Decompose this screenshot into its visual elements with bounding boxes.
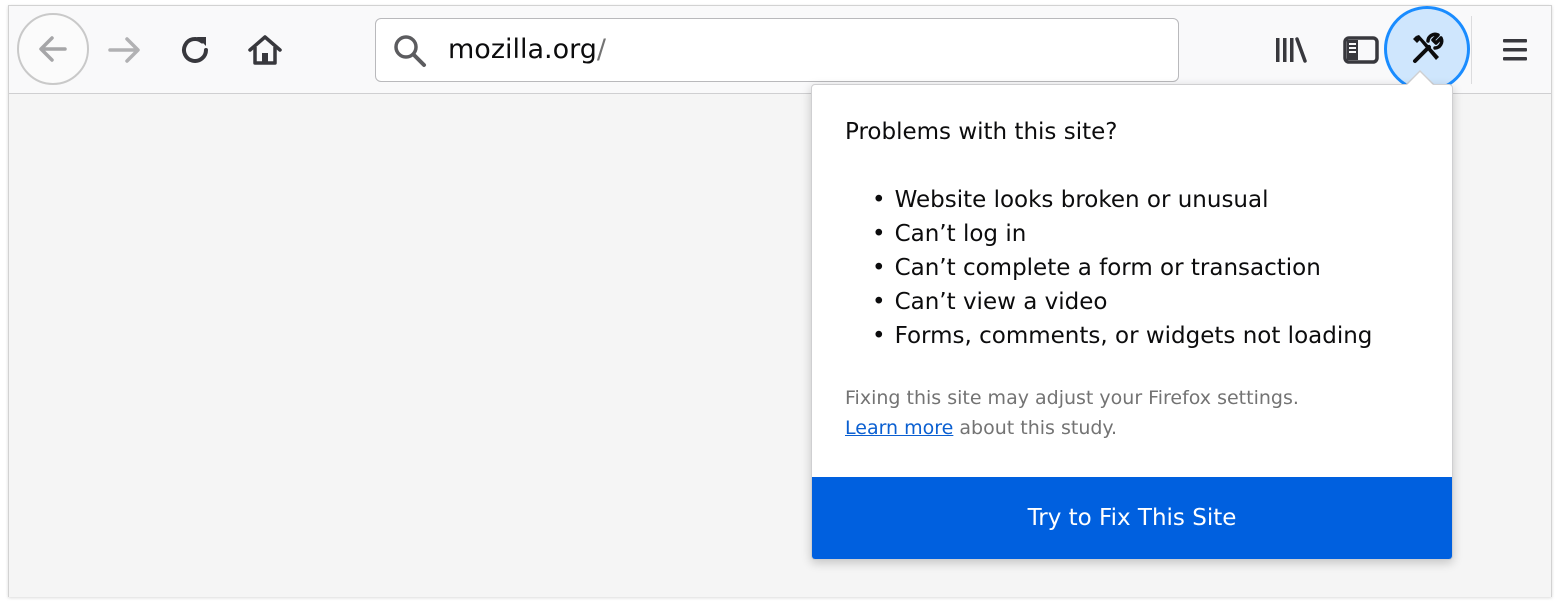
popup-arrow-fill [1405,72,1435,87]
browser-toolbar: mozilla.org/ [9,6,1551,94]
list-item: Website looks broken or unusual [872,183,1372,217]
popup-title: Problems with this site? [845,119,1118,145]
forward-button[interactable] [105,30,145,70]
list-item: Can’t complete a form or transaction [872,251,1372,285]
fix-site-popup: Problems with this site? Website looks b… [811,84,1453,560]
url-bar[interactable]: mozilla.org/ [375,18,1179,82]
list-item: Forms, comments, or widgets not loading [872,319,1373,353]
library-icon [1276,37,1307,63]
note-line-1: Fixing this site may adjust your Firefox… [845,387,1299,409]
library-button[interactable] [1271,30,1311,70]
try-to-fix-button[interactable]: Try to Fix This Site [812,477,1452,559]
reload-icon [182,37,208,63]
hamburger-menu-icon [1503,39,1527,61]
toolbar-separator [1471,16,1472,84]
url-path: / [596,34,607,65]
note-line-2: Learn more about this study. [845,413,1299,443]
list-item: Can’t view a video [872,285,1372,319]
popup-note: Fixing this site may adjust your Firefox… [845,383,1299,443]
tools-icon [1413,32,1444,63]
search-icon [394,35,426,67]
back-button[interactable] [17,13,89,85]
home-icon [248,35,282,65]
url-host: mozilla.org [448,34,597,65]
forward-arrow-icon [108,37,140,63]
sidebar-icon [1343,36,1379,64]
learn-more-link[interactable]: Learn more [845,417,953,439]
url-text[interactable]: mozilla.org/ [448,33,606,67]
reload-button[interactable] [175,30,215,70]
back-arrow-icon [39,36,67,62]
home-button[interactable] [245,30,285,70]
problem-list: Website looks broken or unusual Can’t lo… [872,183,1373,353]
menu-button[interactable] [1495,30,1535,70]
note-line-2-text: about this study. [953,417,1117,439]
sidebar-button[interactable] [1341,30,1381,70]
list-item: Can’t log in [872,217,1372,251]
